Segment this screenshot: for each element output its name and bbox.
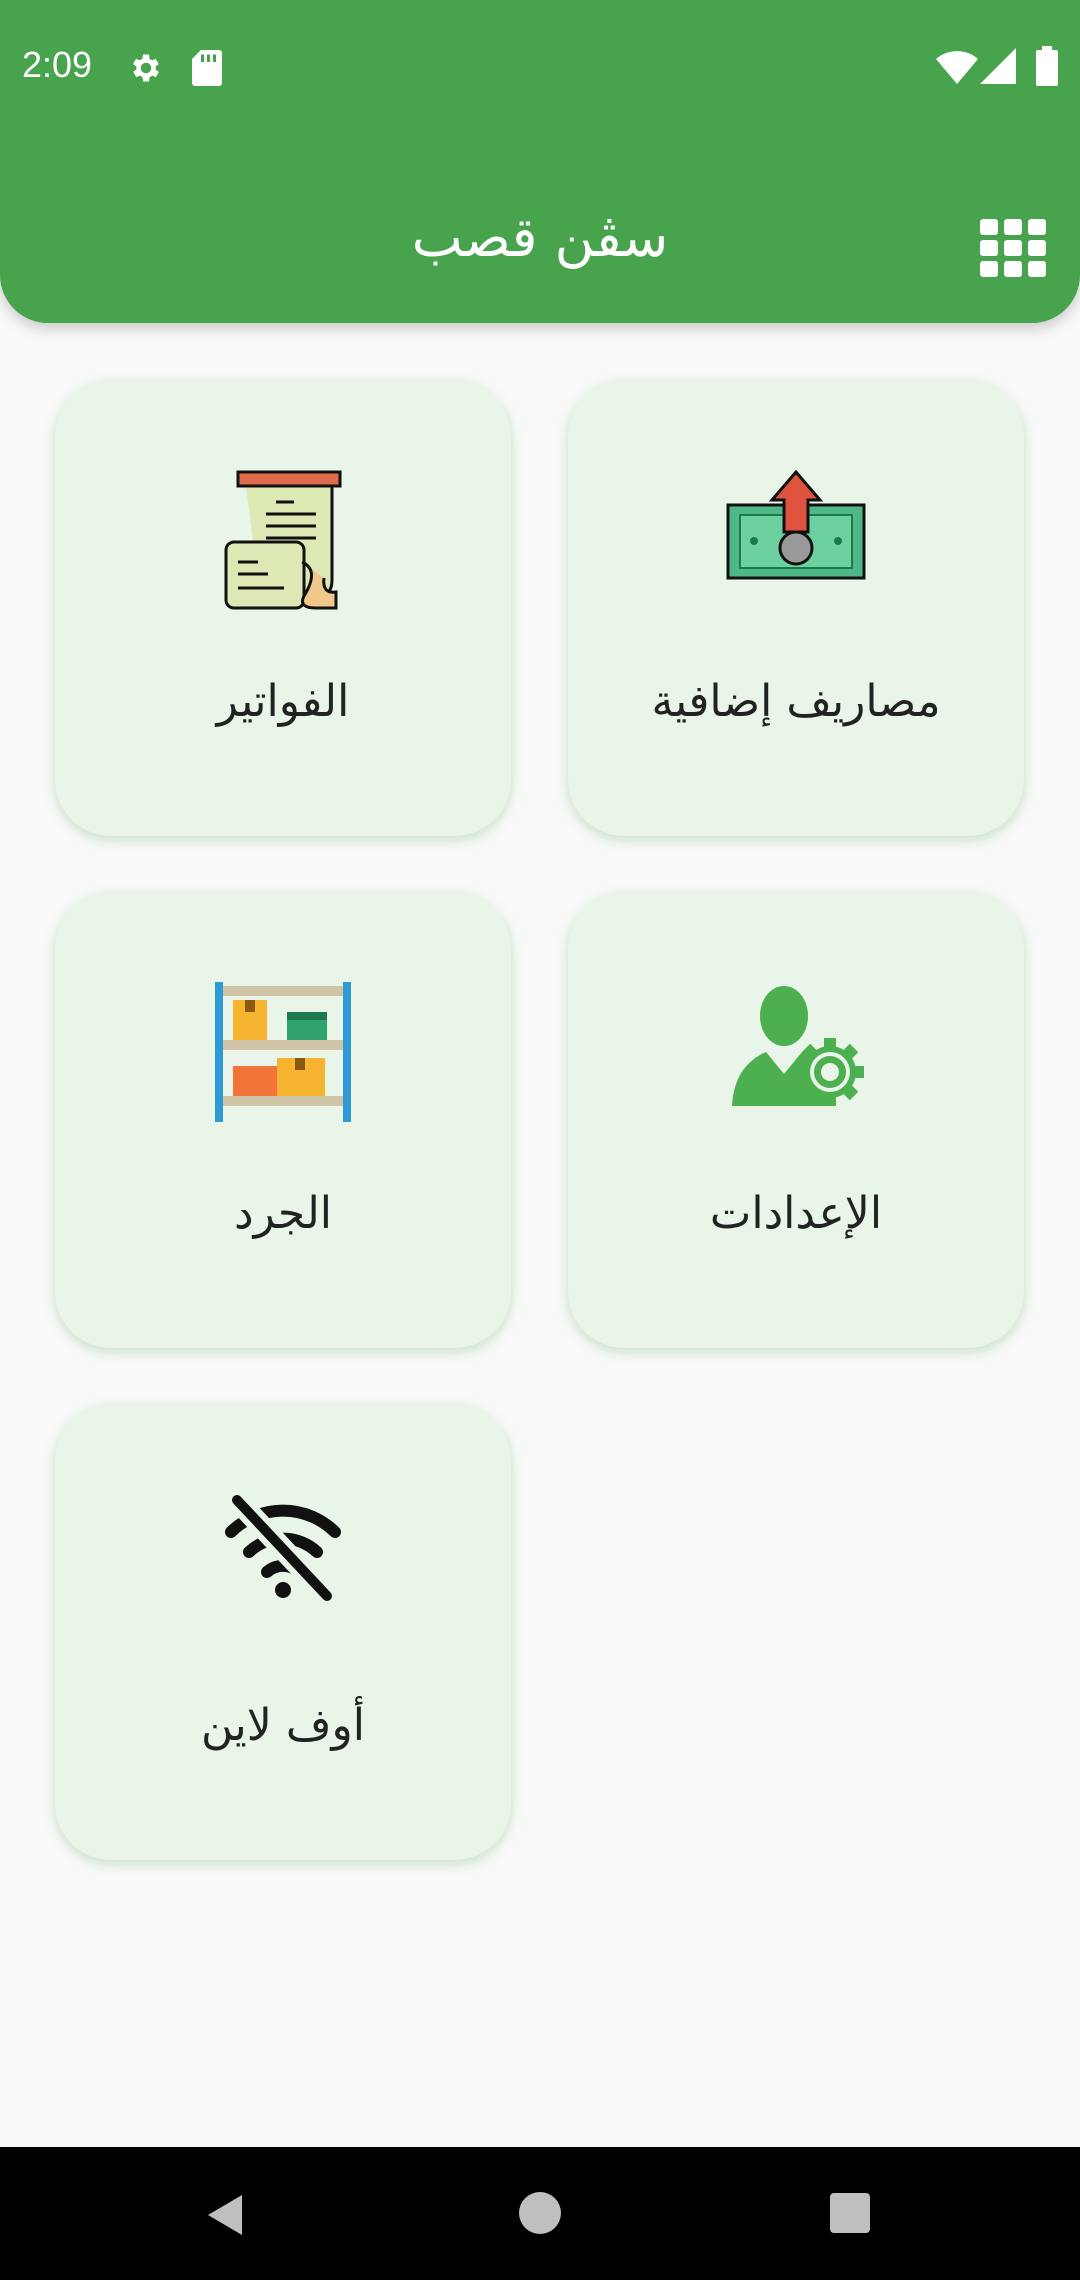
card-label: الجرد xyxy=(234,1188,332,1239)
recents-icon[interactable] xyxy=(828,2191,872,2235)
card-additional-expenses[interactable]: مصاريف إضافية xyxy=(568,380,1024,836)
card-label: مصاريف إضافية xyxy=(651,676,941,727)
signal-icon xyxy=(980,48,1016,84)
settings-gear-icon xyxy=(133,54,159,82)
card-invoices[interactable]: الفواتير xyxy=(55,380,511,836)
card-inventory[interactable]: الجرد xyxy=(55,892,511,1348)
card-label: أوف لاين xyxy=(201,1700,365,1751)
card-settings[interactable]: الإعدادات xyxy=(568,892,1024,1348)
page-title: سڤن قصب xyxy=(411,206,669,269)
card-label: الإعدادات xyxy=(709,1188,883,1239)
status-time: 2:09 xyxy=(22,44,93,85)
back-icon[interactable] xyxy=(202,2191,250,2239)
inventory-shelf-icon xyxy=(215,982,351,1122)
grid-menu-icon[interactable] xyxy=(980,219,1046,277)
wifi-icon xyxy=(936,51,978,84)
card-offline[interactable]: أوف لاين xyxy=(55,1404,511,1860)
battery-icon xyxy=(1036,46,1058,86)
card-label: الفواتير xyxy=(216,676,350,727)
wifi-off-icon xyxy=(225,1494,341,1602)
system-nav-bar xyxy=(0,2147,1080,2280)
sd-card-icon xyxy=(192,50,222,86)
app-bar: 2:09 سڤن قصب xyxy=(0,0,1080,323)
invoice-receipt-icon xyxy=(224,470,342,610)
money-expense-icon xyxy=(726,470,866,580)
home-icon[interactable] xyxy=(518,2191,562,2235)
user-settings-icon xyxy=(732,986,864,1106)
